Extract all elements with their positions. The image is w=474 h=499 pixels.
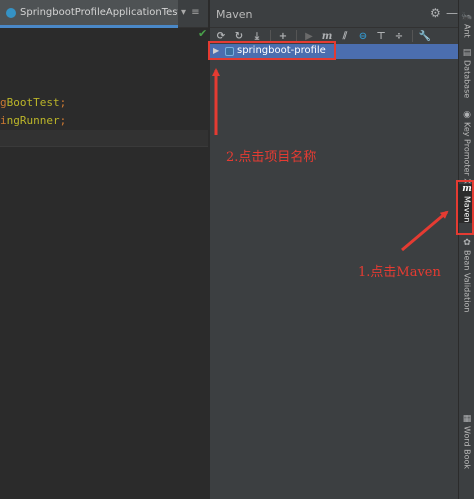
skip-tests-icon[interactable]: ⊖ bbox=[356, 29, 370, 43]
collapse-all-icon[interactable]: ÷ bbox=[392, 29, 406, 43]
stripe-item-label: Ant bbox=[462, 24, 472, 38]
toggle-offline-icon[interactable]: ⫽ bbox=[338, 29, 352, 43]
toolbar-separator bbox=[412, 30, 413, 42]
key-promoter-icon: ◉ bbox=[463, 110, 471, 120]
project-highlight-box bbox=[208, 41, 336, 60]
gear-icon[interactable]: ⚙ bbox=[430, 6, 441, 20]
word-book-icon: ▦ bbox=[462, 414, 472, 424]
code-editor[interactable]: SpringbootProfileApplicationTests.java ×… bbox=[0, 0, 208, 499]
stripe-item-label: Bean Validation bbox=[462, 250, 472, 313]
stripe-item-label: Word Book bbox=[462, 426, 472, 470]
tab-overflow-icon[interactable]: ▾ ≡ bbox=[181, 7, 201, 18]
step1-annotation: 1.点击Maven bbox=[358, 265, 441, 280]
stripe-item-key-promoter[interactable]: ◉ Key Promoter X bbox=[459, 110, 474, 184]
code-line: gBootTest; bbox=[0, 96, 67, 109]
code-line: ingRunner; bbox=[0, 114, 67, 127]
stripe-item-bean-validation[interactable]: ✿ Bean Validation bbox=[459, 238, 474, 312]
editor-divider bbox=[0, 146, 208, 147]
stripe-item-label: Database bbox=[462, 60, 472, 99]
database-icon: ▤ bbox=[462, 48, 472, 58]
editor-tab-bar: SpringbootProfileApplicationTests.java ×… bbox=[0, 0, 208, 28]
wrench-icon[interactable]: 🔧 bbox=[418, 29, 432, 43]
stripe-item-word-book[interactable]: ▦ Word Book bbox=[459, 414, 474, 469]
maven-tool-window: Maven ⚙ — ⟳ ↻ ⤓ + ▶ m ⫽ ⊖ ⊤ ÷ 🔧 ▶ spring… bbox=[209, 0, 459, 499]
editor-tab-label: SpringbootProfileApplicationTests.java bbox=[20, 7, 178, 18]
stripe-item-label: Key Promoter X bbox=[462, 122, 472, 184]
current-line-highlight bbox=[0, 130, 208, 146]
hide-panel-icon[interactable]: — bbox=[446, 6, 458, 20]
ant-icon: 🐜 bbox=[461, 12, 473, 22]
step2-annotation: 2.点击项目名称 bbox=[226, 150, 317, 165]
maven-title: Maven bbox=[216, 8, 253, 21]
editor-tab[interactable]: SpringbootProfileApplicationTests.java × bbox=[0, 0, 178, 28]
maven-tab-highlight-box bbox=[456, 180, 474, 235]
bean-validation-icon: ✿ bbox=[463, 238, 471, 248]
stripe-item-ant[interactable]: 🐜 Ant bbox=[459, 12, 474, 38]
inspection-ok-icon: ✔ bbox=[198, 27, 208, 40]
right-tool-stripe: 🐜 Ant ▤ Database ◉ Key Promoter X m Mave… bbox=[458, 0, 474, 499]
stripe-item-database[interactable]: ▤ Database bbox=[459, 48, 474, 98]
maven-header: Maven ⚙ — bbox=[210, 0, 459, 28]
java-test-file-icon bbox=[6, 7, 16, 18]
show-dependencies-icon[interactable]: ⊤ bbox=[374, 29, 388, 43]
